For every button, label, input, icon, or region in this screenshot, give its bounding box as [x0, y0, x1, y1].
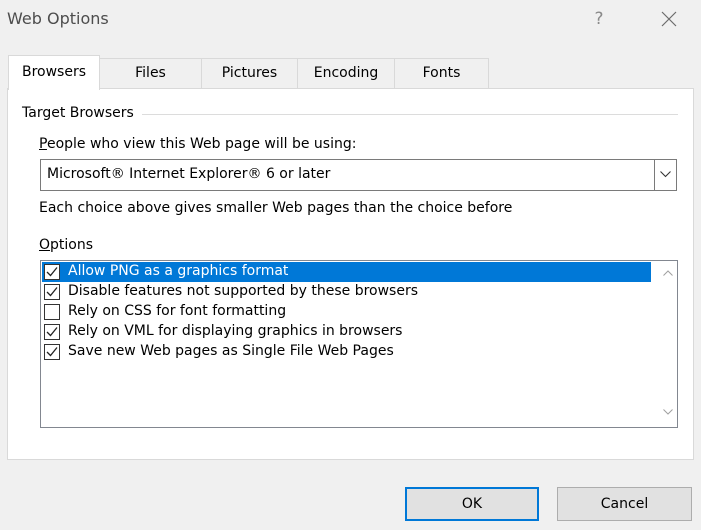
close-icon: [661, 11, 677, 27]
chevron-down-icon: [660, 171, 671, 178]
options-label-text: ptions: [50, 237, 94, 253]
option-rely-vml[interactable]: Rely on VML for displaying graphics in b…: [42, 322, 651, 342]
dropdown-button[interactable]: [654, 160, 676, 190]
option-label: Save new Web pages as Single File Web Pa…: [68, 343, 394, 359]
checkmark-icon: [46, 347, 58, 357]
tab-browsers[interactable]: Browsers: [8, 55, 100, 90]
info-text: Each choice above gives smaller Web page…: [39, 200, 513, 216]
option-allow-png[interactable]: Allow PNG as a graphics format: [42, 262, 651, 282]
people-label: People who view this Web page will be us…: [39, 136, 356, 152]
checkmark-icon: [46, 327, 58, 337]
option-label: Allow PNG as a graphics format: [68, 263, 289, 279]
ok-button[interactable]: OK: [405, 487, 539, 521]
vertical-scrollbar[interactable]: [659, 261, 677, 427]
tab-fonts[interactable]: Fonts: [394, 58, 489, 89]
option-label: Rely on CSS for font formatting: [68, 303, 287, 319]
checkbox-save-single-file[interactable]: [44, 344, 60, 360]
checkmark-icon: [46, 287, 58, 297]
scroll-up-icon[interactable]: [663, 270, 673, 276]
browser-select[interactable]: Microsoft® Internet Explorer® 6 or later: [40, 159, 677, 191]
scroll-down-icon[interactable]: [663, 409, 673, 415]
tab-files[interactable]: Files: [99, 58, 202, 89]
cancel-button[interactable]: Cancel: [557, 487, 692, 521]
browser-select-value: Microsoft® Internet Explorer® 6 or later: [47, 166, 331, 182]
option-disable-features[interactable]: Disable features not supported by these …: [42, 282, 651, 302]
people-label-accel: P: [39, 136, 47, 152]
checkbox-rely-css[interactable]: [44, 304, 60, 320]
options-label: Options: [39, 237, 93, 253]
checkbox-rely-vml[interactable]: [44, 324, 60, 340]
option-label: Rely on VML for displaying graphics in b…: [68, 323, 403, 339]
people-label-text: eople who view this Web page will be usi…: [46, 136, 357, 152]
option-rely-css[interactable]: Rely on CSS for font formatting: [42, 302, 651, 322]
option-save-single-file[interactable]: Save new Web pages as Single File Web Pa…: [42, 342, 651, 362]
help-button[interactable]: ?: [586, 4, 612, 34]
checkbox-allow-png[interactable]: [44, 264, 60, 280]
close-button[interactable]: [652, 4, 686, 34]
browsers-panel: Target Browsers People who view this Web…: [7, 88, 694, 460]
checkmark-icon: [46, 267, 58, 277]
checkbox-disable-features[interactable]: [44, 284, 60, 300]
tab-pictures[interactable]: Pictures: [201, 58, 298, 89]
title-bar: Web Options ?: [0, 0, 701, 40]
options-label-accel: O: [39, 237, 51, 253]
window-title: Web Options: [7, 9, 109, 28]
tab-encoding[interactable]: Encoding: [297, 58, 395, 89]
target-browsers-group-title: Target Browsers: [22, 105, 142, 121]
options-listbox[interactable]: Allow PNG as a graphics format Disable f…: [40, 260, 678, 428]
option-label: Disable features not supported by these …: [68, 283, 419, 299]
